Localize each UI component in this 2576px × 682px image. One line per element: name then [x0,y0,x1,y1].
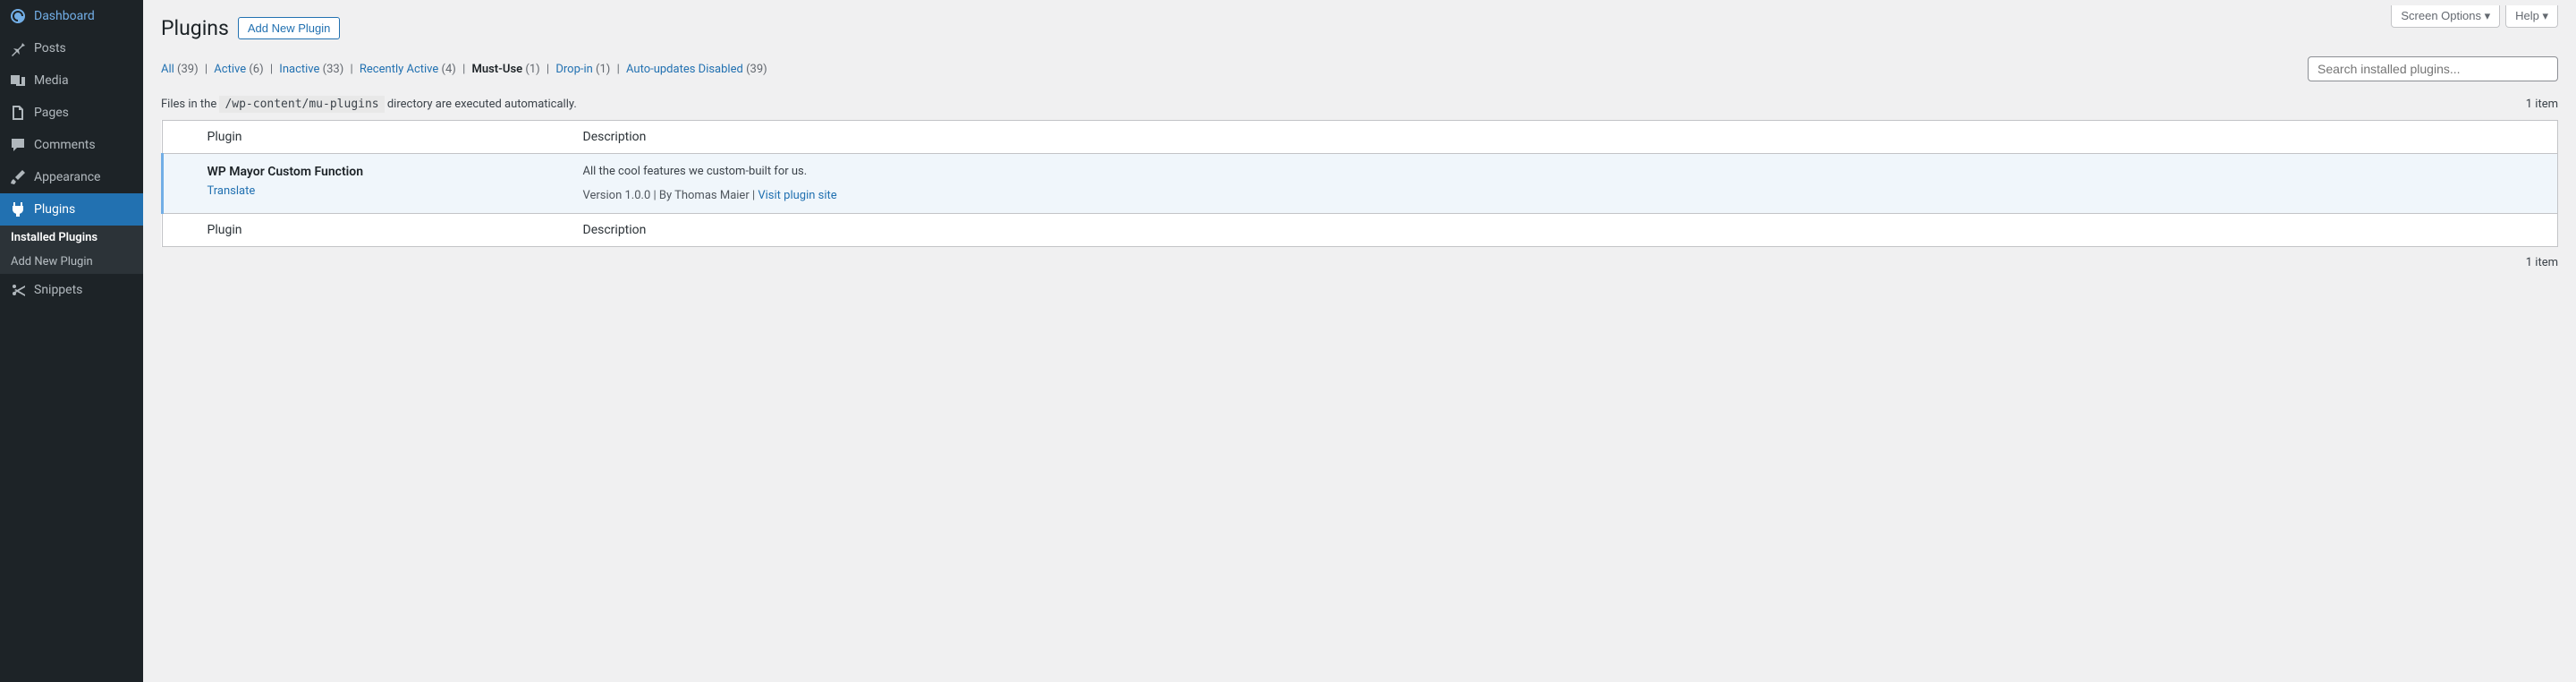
filter-drop-in-count: (1) [596,63,610,76]
filter-active[interactable]: Active [214,63,246,76]
sidebar-label: Appearance [34,170,100,184]
pin-icon [9,39,27,57]
admin-sidebar: Dashboard Posts Media Pages Comments App… [0,0,143,682]
filter-all[interactable]: All [161,63,174,76]
table-row: WP Mayor Custom Function Translate All t… [163,154,2558,214]
filter-must-use-count: (1) [525,63,539,76]
screen-options-button[interactable]: Screen Options ▾ [2391,5,2500,28]
sidebar-item-snippets[interactable]: Snippets [0,274,143,306]
main-content: Screen Options ▾ Help ▾ Plugins Add New … [143,0,2576,682]
sidebar-label: Dashboard [34,9,95,23]
sidebar-label: Media [34,73,69,88]
sidebar-label: Posts [34,41,66,55]
filter-row: All (39) | Active (6) | Inactive (33) | … [161,56,2558,81]
sidebar-label: Snippets [34,283,82,297]
help-button[interactable]: Help ▾ [2505,5,2558,28]
sidebar-submenu-plugins: Installed Plugins Add New Plugin [0,226,143,274]
sidebar-item-comments[interactable]: Comments [0,129,143,161]
sidebar-label: Plugins [34,202,75,217]
sidebar-item-dashboard[interactable]: Dashboard [0,0,143,32]
filter-auto-updates-disabled[interactable]: Auto-updates Disabled [626,63,743,76]
sidebar-sub-installed-plugins[interactable]: Installed Plugins [0,226,143,250]
sidebar-sub-add-new-plugin[interactable]: Add New Plugin [0,250,143,274]
visit-plugin-site-link[interactable]: Visit plugin site [758,189,836,202]
sidebar-item-pages[interactable]: Pages [0,97,143,129]
search-box [2308,56,2558,81]
media-icon [9,72,27,90]
comments-icon [9,136,27,154]
col-plugin-footer: Plugin [199,214,574,247]
scissors-icon [9,281,27,299]
filter-recently-active-count: (4) [442,63,456,76]
plugin-translate-link[interactable]: Translate [208,184,256,198]
add-new-plugin-button[interactable]: Add New Plugin [238,17,341,39]
info-text: Files in the /wp-content/mu-plugins dire… [161,98,577,111]
page-heading-wrap: Plugins Add New Plugin [161,0,2558,40]
col-plugin-header: Plugin [199,121,574,154]
filter-inactive[interactable]: Inactive [279,63,319,76]
filter-recently-active[interactable]: Recently Active [360,63,438,76]
filter-inactive-count: (33) [323,63,344,76]
row-checkbox-cell [163,154,199,214]
item-count-bottom: 1 item [161,256,2558,269]
sidebar-item-posts[interactable]: Posts [0,32,143,64]
plugin-name: WP Mayor Custom Function [208,165,565,179]
page-title: Plugins [161,16,229,40]
filter-must-use[interactable]: Must-Use [471,63,522,76]
sidebar-label: Comments [34,138,96,152]
sidebar-label: Pages [34,106,69,120]
filter-all-count: (39) [177,63,199,76]
filter-auto-updates-disabled-count: (39) [746,63,767,76]
col-checkbox [163,121,199,154]
sidebar-item-plugins[interactable]: Plugins [0,193,143,226]
sidebar-item-appearance[interactable]: Appearance [0,161,143,193]
sidebar-item-media[interactable]: Media [0,64,143,97]
plugins-table: Plugin Description WP Mayor Custom Funct… [161,120,2558,247]
help-label: Help [2515,9,2539,22]
search-input[interactable] [2308,56,2558,81]
plugin-description: All the cool features we custom-built fo… [583,165,2549,178]
info-row: Files in the /wp-content/mu-plugins dire… [161,98,2558,111]
mu-path-code: /wp-content/mu-plugins [219,96,384,113]
filter-drop-in[interactable]: Drop-in [555,63,592,76]
filter-active-count: (6) [249,63,263,76]
col-description-header: Description [574,121,2558,154]
top-buttons: Screen Options ▾ Help ▾ [2391,5,2558,28]
item-count-top: 1 item [2526,98,2558,111]
dashboard-icon [9,7,27,25]
pages-icon [9,104,27,122]
filter-links: All (39) | Active (6) | Inactive (33) | … [161,63,767,76]
plugin-meta: Version 1.0.0 | By Thomas Maier | Visit … [583,189,2549,202]
col-description-footer: Description [574,214,2558,247]
screen-options-label: Screen Options [2401,9,2481,22]
plug-icon [9,200,27,218]
brush-icon [9,168,27,186]
